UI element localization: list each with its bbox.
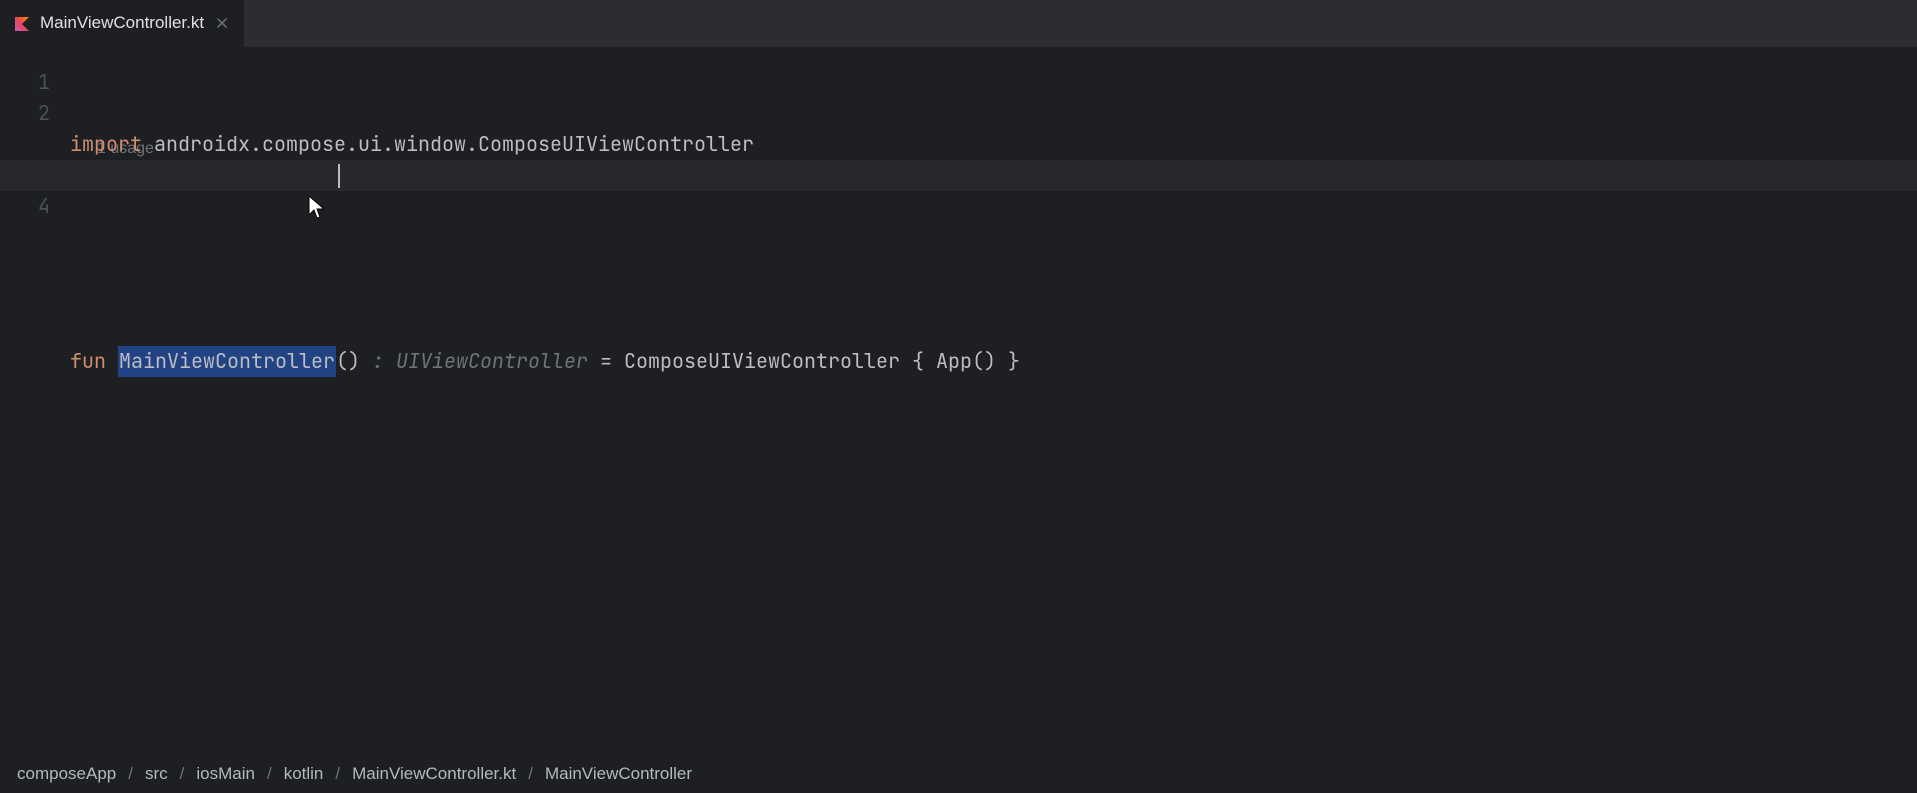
kotlin-file-icon — [14, 15, 30, 31]
code-line-3[interactable]: fun MainViewController() : UIViewControl… — [70, 346, 1917, 377]
line-number: 1 — [0, 67, 50, 98]
keyword-import: import — [70, 129, 142, 160]
brace-close: } — [996, 346, 1020, 377]
tab-bar-empty — [244, 0, 1917, 47]
type-hint-colon: : — [360, 346, 396, 377]
function-call: ComposeUIViewController — [624, 346, 900, 377]
parentheses: () — [336, 346, 360, 377]
text-caret — [338, 164, 340, 188]
brace-open: { — [900, 346, 936, 377]
breadcrumb-item[interactable]: MainViewController.kt — [352, 764, 516, 784]
keyword-fun: fun — [70, 346, 106, 377]
type-hint: UIViewController — [396, 346, 588, 377]
code-line-4[interactable] — [70, 439, 1917, 470]
code-line-1[interactable]: import androidx.compose.ui.window.Compos… — [70, 129, 1917, 160]
breadcrumb-separator: / — [335, 764, 340, 784]
line-number: 2 — [0, 98, 50, 129]
import-package: androidx.compose.ui.window.ComposeUIView… — [154, 129, 754, 160]
function-call-app: App — [936, 346, 972, 377]
file-tab[interactable]: MainViewController.kt — [0, 0, 244, 47]
tab-bar: MainViewController.kt — [0, 0, 1917, 47]
code-line-2[interactable] — [70, 222, 1917, 253]
breadcrumb-separator: / — [128, 764, 133, 784]
line-number: 4 — [0, 191, 50, 222]
code-area[interactable]: import androidx.compose.ui.window.Compos… — [70, 47, 1917, 755]
breadcrumb-separator: / — [267, 764, 272, 784]
tab-filename: MainViewController.kt — [40, 13, 204, 33]
breadcrumb-separator: / — [528, 764, 533, 784]
breadcrumb-item[interactable]: src — [145, 764, 168, 784]
breadcrumbs-bar: composeApp / src / iosMain / kotlin / Ma… — [0, 755, 1917, 793]
code-editor[interactable]: 1 2 3 4 1 usage import androidx.compose.… — [0, 47, 1917, 755]
parentheses: () — [972, 346, 996, 377]
breadcrumb-separator: / — [180, 764, 185, 784]
breadcrumb-item[interactable]: composeApp — [17, 764, 116, 784]
breadcrumb-item[interactable]: kotlin — [284, 764, 324, 784]
equals-operator: = — [588, 346, 624, 377]
breadcrumb-item[interactable]: iosMain — [196, 764, 255, 784]
close-tab-icon[interactable] — [214, 15, 230, 31]
breadcrumb-item[interactable]: MainViewController — [545, 764, 692, 784]
function-name-selected: MainViewController — [118, 346, 336, 377]
